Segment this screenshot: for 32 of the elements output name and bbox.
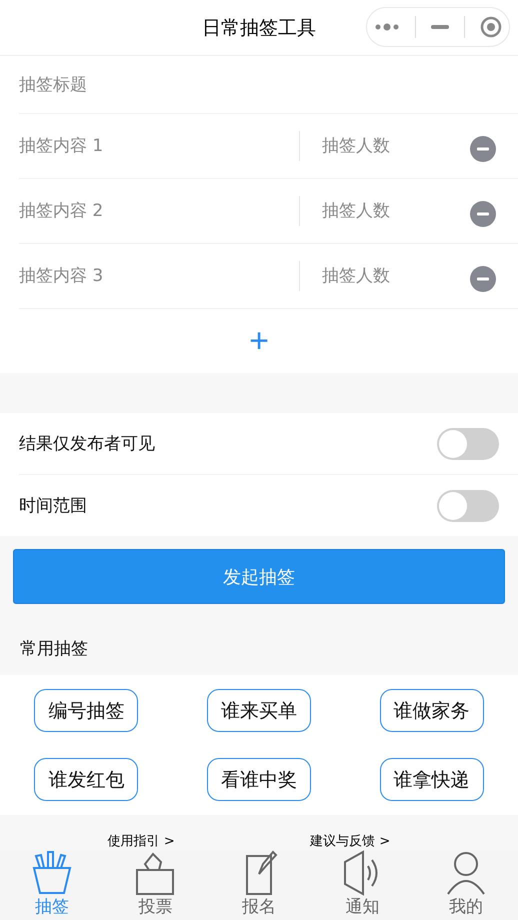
remove-icon[interactable] xyxy=(470,201,496,227)
tab-item[interactable]: 投票 xyxy=(110,850,200,918)
setting-label: 结果仅发布者可见 xyxy=(19,433,155,455)
close-icon[interactable] xyxy=(480,16,502,38)
preset-chip[interactable]: 谁来买单 xyxy=(206,689,311,732)
remove-icon[interactable] xyxy=(470,266,496,292)
remove-icon[interactable] xyxy=(470,136,496,162)
tab-item[interactable]: 报名 xyxy=(214,850,304,918)
content-field[interactable]: 抽签内容 1 xyxy=(19,136,289,156)
preset-chip[interactable]: 谁做家务 xyxy=(380,689,484,732)
tab-item[interactable]: 通知 xyxy=(318,850,408,918)
preset-chip[interactable]: 谁发红包 xyxy=(34,758,138,801)
more-icon[interactable] xyxy=(374,22,400,32)
footer-link[interactable]: 建议与反馈 > xyxy=(310,832,390,850)
content-field[interactable]: 抽签内容 2 xyxy=(19,201,289,221)
page-title: 日常抽签工具 xyxy=(202,16,316,40)
minimize-icon[interactable] xyxy=(430,25,449,29)
footer-link[interactable]: 使用指引 > xyxy=(108,832,175,850)
count-field[interactable]: 抽签人数 xyxy=(322,266,450,286)
title-field[interactable]: 抽签标题 xyxy=(19,74,238,94)
preset-chip[interactable]: 看谁中奖 xyxy=(206,758,311,801)
content-field[interactable]: 抽签内容 3 xyxy=(19,266,289,286)
section-title: 常用抽签 xyxy=(20,638,89,661)
capsule-menu[interactable] xyxy=(366,7,510,47)
preset-chip[interactable]: 编号抽签 xyxy=(34,689,138,732)
count-field[interactable]: 抽签人数 xyxy=(322,136,450,156)
preset-chip[interactable]: 谁拿快递 xyxy=(380,758,484,801)
count-field[interactable]: 抽签人数 xyxy=(322,201,450,221)
toggle-switch[interactable] xyxy=(437,490,499,522)
tab-item[interactable]: 我的 xyxy=(421,850,512,918)
toggle-switch[interactable] xyxy=(437,428,499,460)
setting-label: 时间范围 xyxy=(19,495,87,517)
